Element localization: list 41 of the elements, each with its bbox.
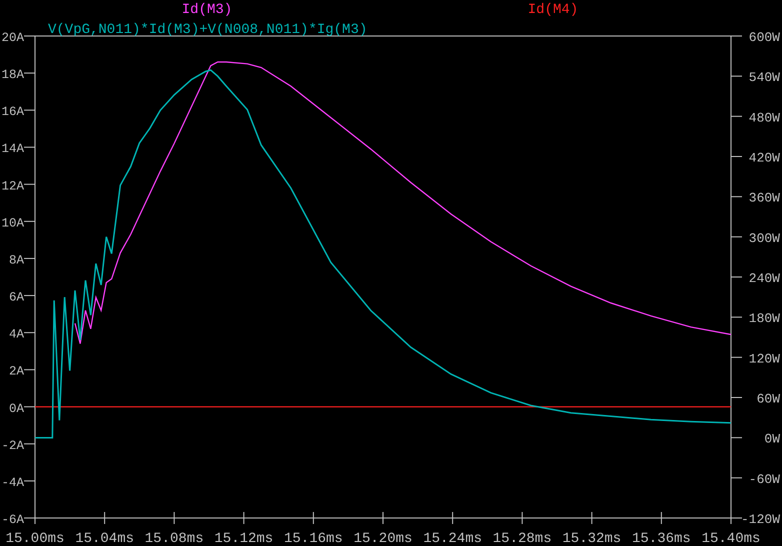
axis-tick-label: 8A bbox=[8, 253, 24, 268]
axis-tick-label: 15.20ms bbox=[354, 531, 412, 546]
axis-tick-label: 15.12ms bbox=[214, 531, 274, 546]
axis-tick-label: -4A bbox=[1, 476, 24, 490]
axis-tick-label: 360W bbox=[748, 190, 780, 206]
trace-label[interactable]: V(VpG,N011)*Id(M3)+V(N008,N011)*Ig(M3) bbox=[48, 22, 368, 38]
axis-tick-label: 180W bbox=[748, 311, 780, 326]
axis-tick-label: 0A bbox=[8, 402, 24, 416]
axis-tick-label: 300W bbox=[748, 230, 780, 246]
axis-tick-label: 14A bbox=[1, 142, 24, 156]
axis-tick-label: 18A bbox=[1, 68, 24, 82]
axis-tick-label: 15.28ms bbox=[492, 531, 552, 546]
axis-tick-label: 15.40ms bbox=[702, 531, 760, 546]
axis-tick-label: 15.04ms bbox=[75, 531, 134, 546]
axis-tick-label: -120W bbox=[740, 512, 780, 527]
axis-tick-label: 120W bbox=[748, 351, 780, 366]
axis-tick-label: 20A bbox=[1, 31, 24, 45]
axis-tick-label: 0W bbox=[764, 432, 780, 447]
axis-tick-label: 10A bbox=[1, 216, 24, 230]
axis-tick-label: 12A bbox=[1, 179, 24, 194]
axis-tick-label: 60W bbox=[756, 392, 780, 406]
axis-tick-label: 15.08ms bbox=[144, 531, 204, 546]
axis-tick-label: 15.24ms bbox=[423, 531, 482, 546]
trace-label[interactable]: Id(M4) bbox=[528, 2, 578, 18]
axis-tick-label: 540W bbox=[748, 70, 780, 86]
axis-tick-label: 15.36ms bbox=[632, 531, 691, 546]
axis-tick-label: -2A bbox=[1, 438, 24, 453]
axis-tick-label: 6A bbox=[8, 290, 24, 305]
trace-label[interactable]: Id(M3) bbox=[182, 2, 232, 18]
axis-tick-label: 420W bbox=[748, 150, 780, 166]
axis-tick-label: 600W bbox=[748, 30, 780, 45]
axis-tick-label: 16A bbox=[1, 105, 24, 120]
axis-tick-label: 480W bbox=[748, 110, 780, 126]
axis-tick-label: -6A bbox=[1, 513, 24, 527]
axis-tick-label: 2A bbox=[8, 364, 24, 379]
axis-tick-label: 15.32ms bbox=[562, 531, 622, 546]
axis-tick-label: 15.16ms bbox=[284, 531, 343, 546]
axis-tick-label: 15.00ms bbox=[6, 531, 64, 546]
axis-tick-label: -60W bbox=[748, 472, 780, 487]
axis-tick-label: 240W bbox=[748, 271, 780, 286]
axis-tick-label: 4A bbox=[8, 328, 24, 342]
